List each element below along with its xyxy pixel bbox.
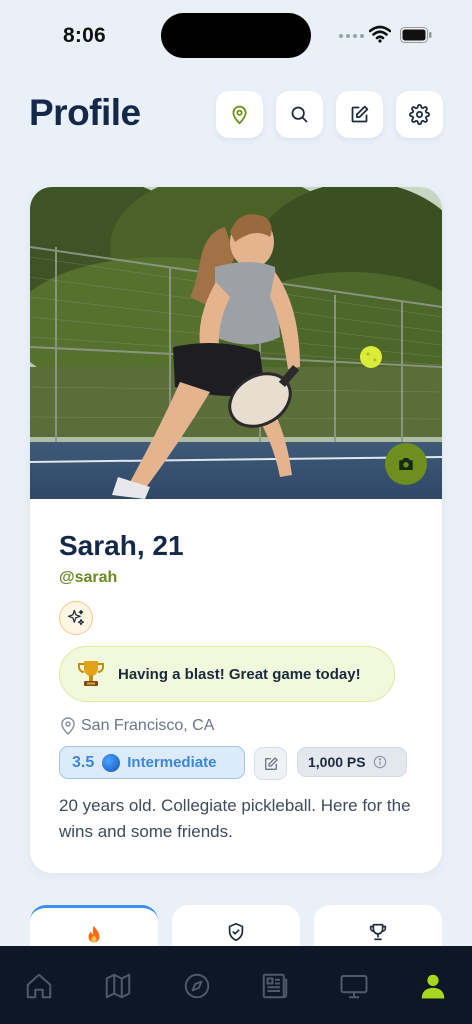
nav-profile[interactable] [417, 970, 449, 1002]
tv-icon [340, 975, 368, 999]
pickleball-player-photo [30, 187, 442, 499]
status-message-pill[interactable]: Having a blast! Great game today! [59, 646, 395, 702]
profile-name: Sarah, 21 [59, 530, 184, 561]
nav-watch[interactable] [338, 970, 370, 1002]
nav-news[interactable] [259, 970, 291, 1002]
profile-card: Sarah, 21 @sarah Having a blast! Great g… [30, 187, 442, 873]
profile-screen: 8:06 Profile Sarah, 21 @sarah Having a b… [0, 0, 472, 1024]
rating-value: 3.5 [72, 753, 95, 771]
settings-button[interactable] [396, 91, 443, 138]
trophy-icon [369, 923, 387, 941]
profile-icon [421, 974, 445, 999]
search-button[interactable] [276, 91, 323, 138]
trophy-icon [78, 661, 104, 686]
skill-rating-pill[interactable]: 3.5 Intermediate [59, 746, 245, 779]
location-text: San Francisco, CA [81, 717, 215, 734]
nav-home[interactable] [23, 970, 55, 1002]
nav-map[interactable] [102, 970, 134, 1002]
edit-profile-button[interactable] [336, 91, 383, 138]
info-icon [373, 755, 386, 769]
nav-explore[interactable] [181, 970, 213, 1002]
edit-rating-button[interactable] [254, 747, 287, 780]
rating-level: Intermediate [127, 754, 217, 771]
shield-check-icon [228, 922, 244, 942]
home-icon [26, 973, 52, 999]
page-title: Profile [29, 92, 141, 133]
points-pill[interactable]: 1,000 PS [297, 747, 407, 777]
map-pin-icon [61, 717, 75, 735]
status-message-text: Having a blast! Great game today! [118, 665, 361, 683]
sparkles-icon [67, 609, 85, 626]
search-icon [291, 106, 308, 123]
camera-icon [399, 458, 413, 470]
profile-bio: 20 years old. Collegiate pickleball. Her… [59, 796, 411, 841]
status-time: 8:06 [63, 24, 106, 47]
dynamic-island [161, 13, 311, 58]
bottom-nav [0, 946, 472, 1024]
wifi-icon [369, 25, 391, 43]
level-dot-icon [102, 753, 121, 772]
status-bar: 8:06 [0, 0, 472, 70]
change-photo-button[interactable] [385, 443, 427, 485]
map-pin-icon [232, 105, 247, 125]
location-button[interactable] [216, 91, 263, 138]
location-row: San Francisco, CA [60, 717, 214, 735]
compass-icon [184, 973, 210, 999]
points-value: 1,000 PS [308, 754, 366, 770]
gear-icon [409, 104, 430, 125]
map-icon [105, 973, 131, 999]
edit-icon [264, 756, 278, 770]
battery-icon [400, 27, 432, 43]
news-icon [262, 973, 288, 999]
profile-photo [30, 187, 442, 499]
flame-icon [88, 925, 100, 943]
profile-handle: @sarah [59, 569, 118, 586]
edit-icon [351, 105, 369, 123]
sparkle-badge[interactable] [59, 601, 93, 635]
signal-icon [339, 34, 364, 38]
